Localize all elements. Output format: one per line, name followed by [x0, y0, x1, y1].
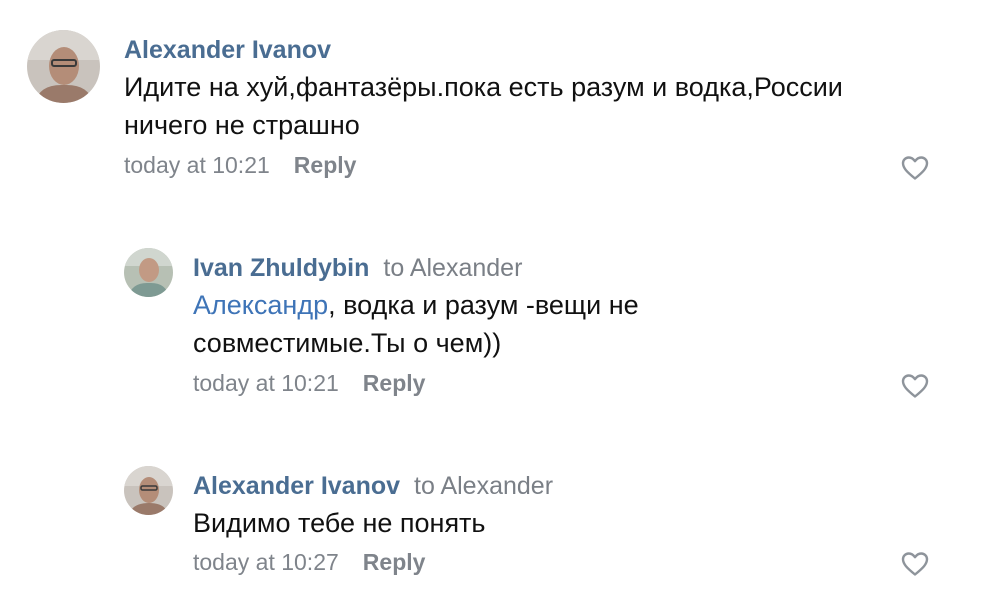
- avatar[interactable]: [27, 30, 100, 103]
- avatar[interactable]: [124, 248, 173, 297]
- mention-link[interactable]: Александр: [193, 290, 328, 320]
- comment-text-line: Александр, водка и разум -вещи не: [193, 286, 639, 324]
- heart-outline-icon[interactable]: [901, 155, 929, 181]
- avatar[interactable]: [124, 466, 173, 515]
- reply-button[interactable]: Reply: [363, 549, 426, 575]
- heart-outline-icon[interactable]: [901, 551, 929, 577]
- heart-outline-icon[interactable]: [901, 373, 929, 399]
- user-avatar-photo-icon: [124, 248, 173, 297]
- comment-text: Александр, водка и разум -вещи не совмес…: [193, 286, 639, 362]
- comment-author-name[interactable]: Alexander Ivanov: [193, 472, 400, 500]
- comment-author[interactable]: Ivan Zhuldybin to Alexander: [193, 256, 522, 281]
- user-avatar-photo-icon: [124, 466, 173, 515]
- comment-text-rest: , водка и разум -вещи не: [328, 290, 639, 320]
- comment-text-line: совместимые.Ты о чем)): [193, 328, 502, 358]
- comment-meta: today at 10:21 Reply: [193, 372, 425, 395]
- comment-timestamp: today at 10:21: [193, 370, 339, 396]
- comment-timestamp: today at 10:27: [193, 549, 339, 575]
- comment-author[interactable]: Alexander Ivanov: [124, 38, 331, 63]
- comment-timestamp: today at 10:21: [124, 152, 270, 178]
- comment-author[interactable]: Alexander Ivanov to Alexander: [193, 474, 553, 499]
- comment-meta: today at 10:21 Reply: [124, 154, 356, 177]
- user-avatar-photo-icon: [27, 30, 100, 103]
- comments-screen: { "comments": [ { "author": "Alexander I…: [0, 0, 987, 610]
- reply-to-label[interactable]: to Alexander: [383, 254, 522, 282]
- comment-meta: today at 10:27 Reply: [193, 551, 425, 574]
- comment-text: Идите на хуй,фантазёры.пока есть разум и…: [124, 68, 843, 144]
- reply-to-label[interactable]: to Alexander: [414, 472, 553, 500]
- comment-text-line: ничего не страшно: [124, 110, 360, 140]
- comment-text-line: Видимо тебе не понять: [193, 508, 486, 538]
- comment-author-name[interactable]: Ivan Zhuldybin: [193, 254, 369, 282]
- reply-button[interactable]: Reply: [294, 152, 357, 178]
- comment-text-line: Идите на хуй,фантазёры.пока есть разум и…: [124, 72, 843, 102]
- comment-text: Видимо тебе не понять: [193, 504, 486, 542]
- reply-button[interactable]: Reply: [363, 370, 426, 396]
